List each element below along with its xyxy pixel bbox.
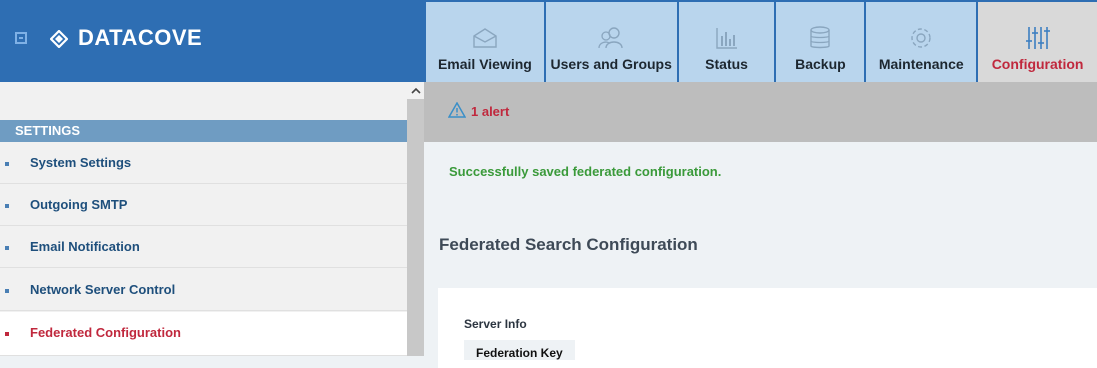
alert-count-link[interactable]: 1 alert <box>471 104 509 119</box>
sidebar-item-outgoing-smtp[interactable]: Outgoing SMTP <box>0 184 407 226</box>
sidebar-top <box>0 82 424 120</box>
tab-label: Maintenance <box>878 56 964 72</box>
brand-bar: DATACOVE <box>0 0 424 82</box>
tab-configuration[interactable]: Configuration <box>978 2 1097 82</box>
tab-backup[interactable]: Backup <box>776 2 865 82</box>
tab-label: Users and Groups <box>550 56 672 72</box>
sidebar-item-network-server-control[interactable]: Network Server Control <box>0 269 407 311</box>
diamond-logo-icon <box>50 30 68 48</box>
database-icon <box>809 24 831 52</box>
tab-maintenance[interactable]: Maintenance <box>866 2 977 82</box>
sidebar: SETTINGS System Settings Outgoing SMTP E… <box>0 82 424 356</box>
sidebar-item-system-settings[interactable]: System Settings <box>0 142 407 184</box>
sidebar-item-label: Federated Configuration <box>30 325 181 340</box>
federation-key-label: Federation Key <box>464 340 575 360</box>
bullet-icon <box>5 204 9 208</box>
alert-bar: 1 alert <box>424 82 1097 142</box>
tab-label: Email Viewing <box>437 56 532 72</box>
sliders-icon <box>1025 24 1051 52</box>
bullet-icon <box>5 246 9 250</box>
scroll-up-icon[interactable] <box>407 82 424 99</box>
page-title: Federated Search Configuration <box>439 235 698 254</box>
card-title: Server Info <box>464 317 527 331</box>
sidebar-item-label: Network Server Control <box>30 282 176 297</box>
sidebar-item-label: System Settings <box>30 155 132 170</box>
warning-icon[interactable] <box>448 102 466 118</box>
envelope-icon <box>472 24 498 52</box>
sidebar-item-federated-configuration[interactable]: Federated Configuration <box>0 312 407 356</box>
sidebar-item-label: Outgoing SMTP <box>30 197 128 212</box>
success-message: Successfully saved federated configurati… <box>449 164 722 179</box>
bullet-icon <box>5 332 9 336</box>
tab-label: Status <box>705 56 748 72</box>
collapse-toggle-icon[interactable] <box>15 32 27 44</box>
main-content: 1 alert Successfully saved federated con… <box>424 82 1097 368</box>
tab-email-viewing[interactable]: Email Viewing <box>426 2 544 82</box>
bar-chart-icon <box>715 24 739 52</box>
tab-label: Configuration <box>991 56 1084 72</box>
server-info-card: Server Info Federation Key <box>438 288 1097 368</box>
tab-label: Backup <box>795 56 846 72</box>
users-icon <box>597 24 625 52</box>
bullet-icon <box>5 162 9 166</box>
gear-icon <box>908 24 934 52</box>
sidebar-scrollbar[interactable] <box>407 82 424 356</box>
sidebar-item-email-notification[interactable]: Email Notification <box>0 226 407 268</box>
sidebar-section-header: SETTINGS <box>0 120 407 142</box>
main-nav-tabs: Email Viewing Users and Groups Status Ba… <box>424 0 1097 82</box>
tab-users-and-groups[interactable]: Users and Groups <box>545 2 677 82</box>
bullet-icon <box>5 289 9 293</box>
sidebar-item-label: Email Notification <box>30 239 140 254</box>
brand-name[interactable]: DATACOVE <box>78 25 202 51</box>
tab-status[interactable]: Status <box>678 2 775 82</box>
